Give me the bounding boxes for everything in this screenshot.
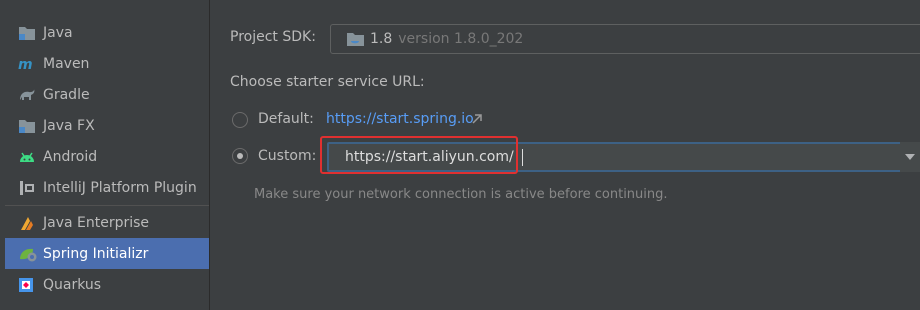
sidebar-item-intellij-platform-plugin[interactable]: IntelliJ Platform Plugin: [5, 172, 209, 203]
network-hint: Make sure your network connection is act…: [254, 187, 668, 202]
plugin-icon: [18, 179, 40, 197]
sidebar-item-label: Android: [43, 148, 98, 165]
project-settings-panel: Project SDK: 1.8 version 1.8.0_202 Choos…: [210, 0, 920, 310]
project-type-sidebar: Java m Maven Gradle Java FX Android Inte…: [0, 0, 210, 310]
sidebar-item-spring-initializr[interactable]: Spring Initializr: [5, 238, 209, 269]
default-url-link[interactable]: https://start.spring.io: [326, 111, 474, 127]
custom-url-value: https://start.aliyun.com/: [345, 149, 514, 165]
sdk-folder-icon: [346, 31, 366, 47]
external-link-icon[interactable]: [472, 114, 482, 124]
sidebar-item-label: IntelliJ Platform Plugin: [43, 179, 197, 196]
sdk-version-detail: version 1.8.0_202: [398, 31, 524, 47]
quarkus-icon: [18, 276, 40, 294]
text-caret: [521, 148, 523, 166]
folder-icon: [18, 24, 40, 42]
sidebar-item-label: Gradle: [43, 86, 90, 103]
project-sdk-dropdown[interactable]: 1.8 version 1.8.0_202: [330, 24, 920, 54]
sidebar-item-android[interactable]: Android: [5, 141, 209, 172]
sidebar-item-java-fx[interactable]: Java FX: [5, 110, 209, 141]
java-enterprise-icon: [18, 214, 40, 232]
android-icon: [18, 148, 40, 166]
starter-url-label: Choose starter service URL:: [230, 74, 425, 90]
folder-icon: [18, 117, 40, 135]
sidebar-item-gradle[interactable]: Gradle: [5, 79, 209, 110]
maven-icon: m: [18, 55, 40, 73]
sidebar-item-label: Java FX: [43, 117, 95, 134]
sdk-version: 1.8: [370, 31, 393, 47]
custom-url-radio[interactable]: [232, 148, 248, 164]
default-label: Default:: [258, 111, 314, 127]
project-sdk-label: Project SDK:: [230, 29, 316, 45]
sidebar-item-quarkus[interactable]: Quarkus: [5, 269, 209, 300]
sidebar-item-label: Java: [43, 24, 73, 41]
default-url-radio[interactable]: [232, 112, 248, 128]
sidebar-divider: [5, 205, 209, 206]
sidebar-item-label: Maven: [43, 55, 90, 72]
svg-text:m: m: [18, 57, 33, 71]
custom-url-input[interactable]: https://start.aliyun.com/: [327, 142, 920, 172]
sidebar-item-java-enterprise[interactable]: Java Enterprise: [5, 207, 209, 238]
gradle-icon: [18, 86, 40, 104]
sidebar-item-label: Spring Initializr: [43, 245, 149, 262]
spring-icon: [18, 245, 40, 263]
sidebar-item-java[interactable]: Java: [5, 17, 209, 48]
sidebar-item-maven[interactable]: m Maven: [5, 48, 209, 79]
sidebar-item-label: Java Enterprise: [43, 214, 150, 231]
chevron-down-icon: [905, 154, 915, 160]
custom-label: Custom:: [258, 148, 317, 164]
custom-url-dropdown-button[interactable]: [900, 142, 920, 172]
sidebar-item-label: Quarkus: [43, 276, 102, 293]
